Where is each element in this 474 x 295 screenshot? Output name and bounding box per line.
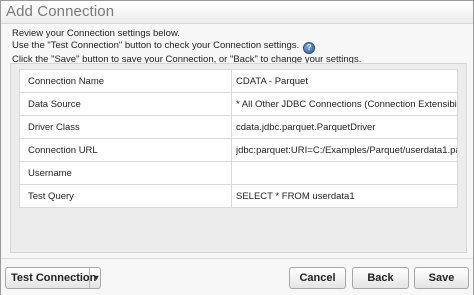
cancel-button[interactable]: Cancel: [289, 267, 346, 289]
help-icon[interactable]: ?: [303, 42, 316, 54]
setting-value: jdbc:parquet:URI=C:/Examples/Parquet/use…: [231, 138, 458, 162]
dialog-title: Add Connection: [6, 3, 115, 20]
back-button[interactable]: Back: [352, 267, 409, 289]
setting-label: Data Source: [19, 92, 232, 116]
table-row: Username: [19, 161, 458, 185]
dialog-titlebar: Add Connection: [1, 1, 473, 24]
settings-panel: Connection Name CDATA - Parquet Data Sou…: [10, 63, 467, 253]
instruction-line-2-text: Use the "Test Connection" button to chec…: [12, 40, 300, 51]
chevron-down-icon[interactable]: ▾: [92, 268, 101, 288]
test-connection-button[interactable]: Test Connection ▾: [5, 267, 101, 289]
setting-value: SELECT * FROM userdata1: [231, 184, 458, 208]
table-row: Connection Name CDATA - Parquet: [19, 69, 458, 93]
test-connection-label: Test Connection: [11, 272, 97, 284]
setting-value: CDATA - Parquet: [231, 69, 458, 93]
setting-value: [231, 161, 458, 185]
setting-label: Test Query: [19, 184, 232, 208]
instructions: Review your Connection settings below. U…: [12, 28, 361, 66]
setting-value: cdata.jdbc.parquet.ParquetDriver: [231, 115, 458, 139]
setting-label: Driver Class: [19, 115, 232, 139]
save-button[interactable]: Save: [414, 267, 469, 289]
add-connection-dialog: Add Connection Review your Connection se…: [0, 0, 474, 295]
setting-label: Connection Name: [19, 69, 232, 93]
table-row: Data Source * All Other JDBC Connections…: [19, 92, 458, 116]
table-row: Connection URL jdbc:parquet:URI=C:/Examp…: [19, 138, 458, 162]
setting-value: * All Other JDBC Connections (Connection…: [231, 92, 458, 116]
instruction-line-1: Review your Connection settings below.: [12, 28, 180, 39]
table-row: Driver Class cdata.jdbc.parquet.ParquetD…: [19, 115, 458, 139]
setting-label: Connection URL: [19, 138, 232, 162]
setting-label: Username: [19, 161, 232, 185]
connection-settings-table: Connection Name CDATA - Parquet Data Sou…: [19, 69, 458, 208]
dialog-footer: Test Connection ▾ Cancel Back Save: [1, 258, 473, 295]
table-row: Test Query SELECT * FROM userdata1: [19, 184, 458, 208]
split-divider: [89, 268, 90, 288]
instruction-line-2: Use the "Test Connection" button to chec…: [12, 40, 361, 54]
